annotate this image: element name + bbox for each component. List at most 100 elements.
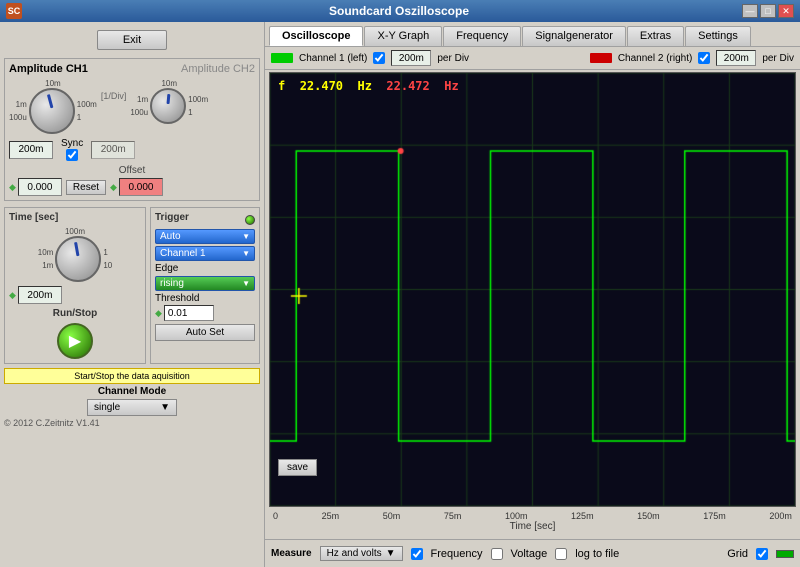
x-axis-title: Time [sec] [269, 521, 796, 532]
trigger-led [245, 215, 255, 225]
frequency-checkbox[interactable] [411, 548, 423, 560]
time-knob[interactable] [55, 236, 101, 282]
ch1-scale-bot: 100u [9, 113, 27, 122]
tab-frequency[interactable]: Frequency [443, 26, 521, 46]
frequency-measure-label: Frequency [431, 548, 483, 560]
sync-checkbox[interactable] [66, 149, 78, 161]
freq-unit1: Hz [358, 79, 372, 93]
offset-ch2-input[interactable] [119, 178, 163, 196]
amplitude-ch2-knob[interactable] [150, 88, 186, 124]
run-stop-button[interactable]: ▶ [57, 323, 93, 359]
channel-mode-select[interactable]: single ▼ [87, 399, 177, 416]
frequency-display: f 22.470 Hz 22.472 Hz [278, 79, 459, 93]
ch2-label: Channel 2 (right) [618, 53, 692, 64]
freq-ch2-value: 22.472 [386, 79, 429, 93]
time-scale-mid-right: 1 [103, 248, 112, 257]
grid-checkbox[interactable] [756, 548, 768, 560]
amplitude-ch1-knob[interactable] [29, 88, 75, 134]
right-panel: Oscilloscope X-Y Graph Frequency Signalg… [265, 22, 800, 567]
ch2-scale-bot: 100u [130, 108, 148, 117]
ch2-per-div-input[interactable] [91, 141, 135, 159]
trigger-channel-label: Channel 1 [160, 248, 206, 259]
edge-label: Edge [155, 263, 255, 274]
time-input[interactable] [18, 286, 62, 304]
trigger-edge-select[interactable]: rising ▼ [155, 276, 255, 291]
ch1-scale-top: 10m [45, 79, 61, 88]
trigger-edge-label: rising [160, 278, 184, 289]
div-label: [1/Div] [101, 91, 127, 101]
x-label-175m: 175m [703, 511, 726, 521]
maximize-button[interactable]: □ [760, 4, 776, 18]
measure-value: Hz and volts [327, 548, 382, 559]
amplitude-section: Amplitude CH1 Amplitude CH2 10m 1m 100u [4, 58, 260, 201]
channel-mode-arrow: ▼ [160, 402, 170, 413]
ch1-per-div-input[interactable] [9, 141, 53, 159]
osc-controls: Channel 1 (left) per Div Channel 2 (righ… [265, 47, 800, 70]
measure-select[interactable]: Hz and volts ▼ [320, 546, 403, 561]
exit-button[interactable]: Exit [97, 30, 167, 50]
ch2-scale-mid: 1m [137, 95, 148, 104]
bottom-bar: Measure Hz and volts ▼ Frequency Voltage… [265, 539, 800, 567]
ch1-scale-mid: 1m [16, 100, 27, 109]
copyright: © 2012 C.Zeitnitz V1.41 [4, 418, 260, 428]
oscilloscope-display: f 22.470 Hz 22.472 Hz save [269, 72, 796, 507]
tab-extras[interactable]: Extras [627, 26, 684, 46]
tab-xy-graph[interactable]: X-Y Graph [364, 26, 442, 46]
amplitude-ch1-label: Amplitude CH1 [9, 63, 88, 75]
trigger-mode-select[interactable]: Auto ▼ [155, 229, 255, 244]
close-button[interactable]: ✕ [778, 4, 794, 18]
tab-bar: Oscilloscope X-Y Graph Frequency Signalg… [265, 22, 800, 47]
ch1-inner-bot: 1 [77, 113, 97, 122]
freq-unit2: Hz [444, 79, 458, 93]
start-stop-hint: Start/Stop the data aquisition [4, 368, 260, 384]
left-panel: Exit Amplitude CH1 Amplitude CH2 10m 1m … [0, 22, 265, 567]
log-checkbox[interactable] [555, 548, 567, 560]
x-label-0: 0 [273, 511, 278, 521]
amplitude-ch2-label: Amplitude CH2 [181, 63, 255, 75]
trigger-mode-arrow: ▼ [242, 232, 250, 241]
time-scale-top: 100m [65, 227, 85, 236]
trigger-label: Trigger [155, 212, 189, 223]
ch1-inner-top: 100m [77, 100, 97, 109]
voltage-checkbox[interactable] [491, 548, 503, 560]
voltage-measure-label: Voltage [511, 548, 548, 560]
ch1-checkbox[interactable] [373, 52, 385, 64]
time-section: Time [sec] 100m 10m 1m 1 [4, 207, 146, 364]
ch2-inner-bot: 1 [188, 108, 208, 117]
threshold-label: Threshold [155, 293, 255, 304]
channel-mode-value: single [94, 402, 120, 413]
x-label-200m: 200m [769, 511, 792, 521]
ch2-per-div-control[interactable] [716, 50, 756, 66]
ch1-per-div-control[interactable] [391, 50, 431, 66]
save-button[interactable]: save [278, 459, 317, 476]
tab-settings[interactable]: Settings [685, 26, 751, 46]
window-controls: — □ ✕ [742, 4, 794, 18]
time-scale-bot-left: 1m [42, 261, 53, 270]
ch1-per-div-label: per Div [437, 53, 469, 64]
offset-ch1-input[interactable] [18, 178, 62, 196]
threshold-input[interactable] [164, 305, 214, 321]
ch2-checkbox[interactable] [698, 52, 710, 64]
reset-button[interactable]: Reset [66, 180, 106, 195]
trigger-channel-select[interactable]: Channel 1 ▼ [155, 246, 255, 261]
trigger-edge-arrow: ▼ [242, 279, 250, 288]
ch2-per-div-label: per Div [762, 53, 794, 64]
measure-arrow: ▼ [386, 548, 396, 559]
ch1-color-indicator [271, 53, 293, 63]
time-scale-bot-right: 10 [103, 261, 112, 270]
ch2-inner-top: 100m [188, 95, 208, 104]
autoset-button[interactable]: Auto Set [155, 324, 255, 341]
minimize-button[interactable]: — [742, 4, 758, 18]
x-axis: 0 25m 50m 75m 100m 125m 150m 175m 200m T… [269, 509, 796, 539]
trigger-mode-label: Auto [160, 231, 181, 242]
time-section-label: Time [sec] [9, 212, 141, 223]
x-label-75m: 75m [444, 511, 462, 521]
freq-ch1-value: 22.470 [300, 79, 343, 93]
offset-label: Offset [9, 165, 255, 176]
x-label-25m: 25m [322, 511, 340, 521]
tab-signalgenerator[interactable]: Signalgenerator [522, 26, 626, 46]
window-title: Soundcard Oszilloscope [56, 4, 742, 18]
tab-oscilloscope[interactable]: Oscilloscope [269, 26, 363, 46]
x-label-50m: 50m [383, 511, 401, 521]
time-scale-mid-left: 10m [38, 248, 54, 257]
